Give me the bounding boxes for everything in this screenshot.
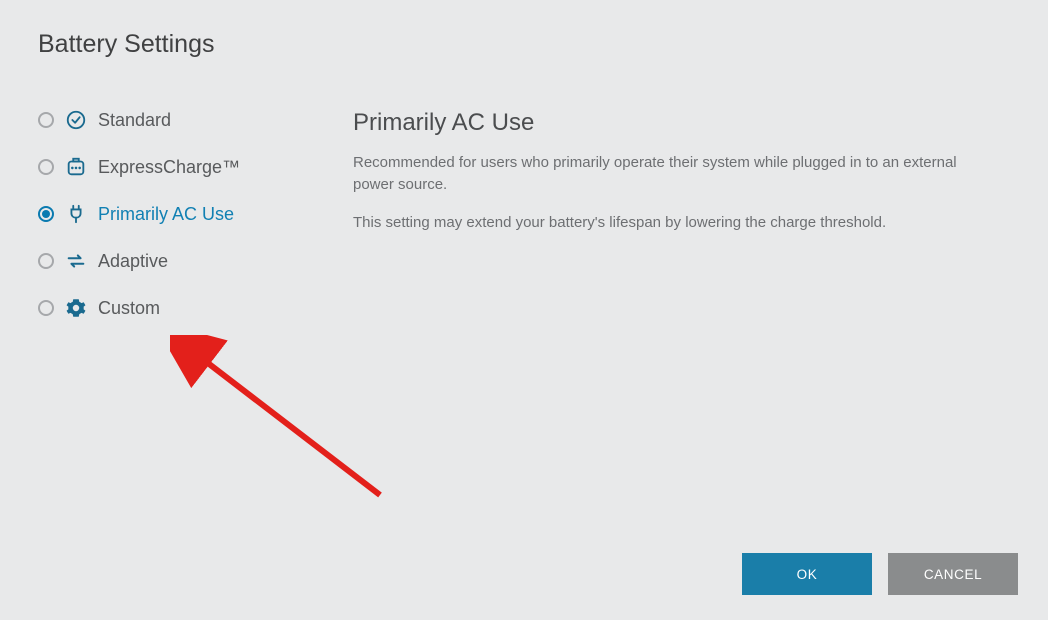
option-standard[interactable]: Standard — [38, 109, 328, 131]
gear-icon — [65, 297, 87, 319]
options-sidebar: Standard ExpressCharge™ — [38, 109, 328, 590]
detail-panel: Primarily AC Use Recommended for users w… — [328, 109, 1010, 590]
detail-note: This setting may extend your battery's l… — [353, 212, 993, 234]
radio-icon — [38, 206, 54, 222]
option-label: Standard — [98, 110, 171, 131]
option-primarily-ac[interactable]: Primarily AC Use — [38, 203, 328, 225]
plug-icon — [65, 203, 87, 225]
option-custom[interactable]: Custom — [38, 297, 328, 319]
check-circle-icon — [65, 109, 87, 131]
page-title: Battery Settings — [38, 30, 1010, 59]
option-adaptive[interactable]: Adaptive — [38, 250, 328, 272]
sync-icon — [65, 250, 87, 272]
stopwatch-icon — [65, 156, 87, 178]
option-label: Custom — [98, 298, 160, 319]
radio-icon — [38, 253, 54, 269]
cancel-button[interactable]: CANCEL — [888, 553, 1018, 595]
option-label: Primarily AC Use — [98, 204, 234, 225]
detail-title: Primarily AC Use — [353, 109, 1010, 137]
option-expresscharge[interactable]: ExpressCharge™ — [38, 156, 328, 178]
radio-icon — [38, 112, 54, 128]
radio-icon — [38, 159, 54, 175]
option-label: Adaptive — [98, 251, 168, 272]
option-label: ExpressCharge™ — [98, 157, 240, 178]
detail-description: Recommended for users who primarily oper… — [353, 152, 993, 196]
dialog-footer: OK CANCEL — [742, 553, 1018, 595]
ok-button[interactable]: OK — [742, 553, 872, 595]
radio-icon — [38, 300, 54, 316]
